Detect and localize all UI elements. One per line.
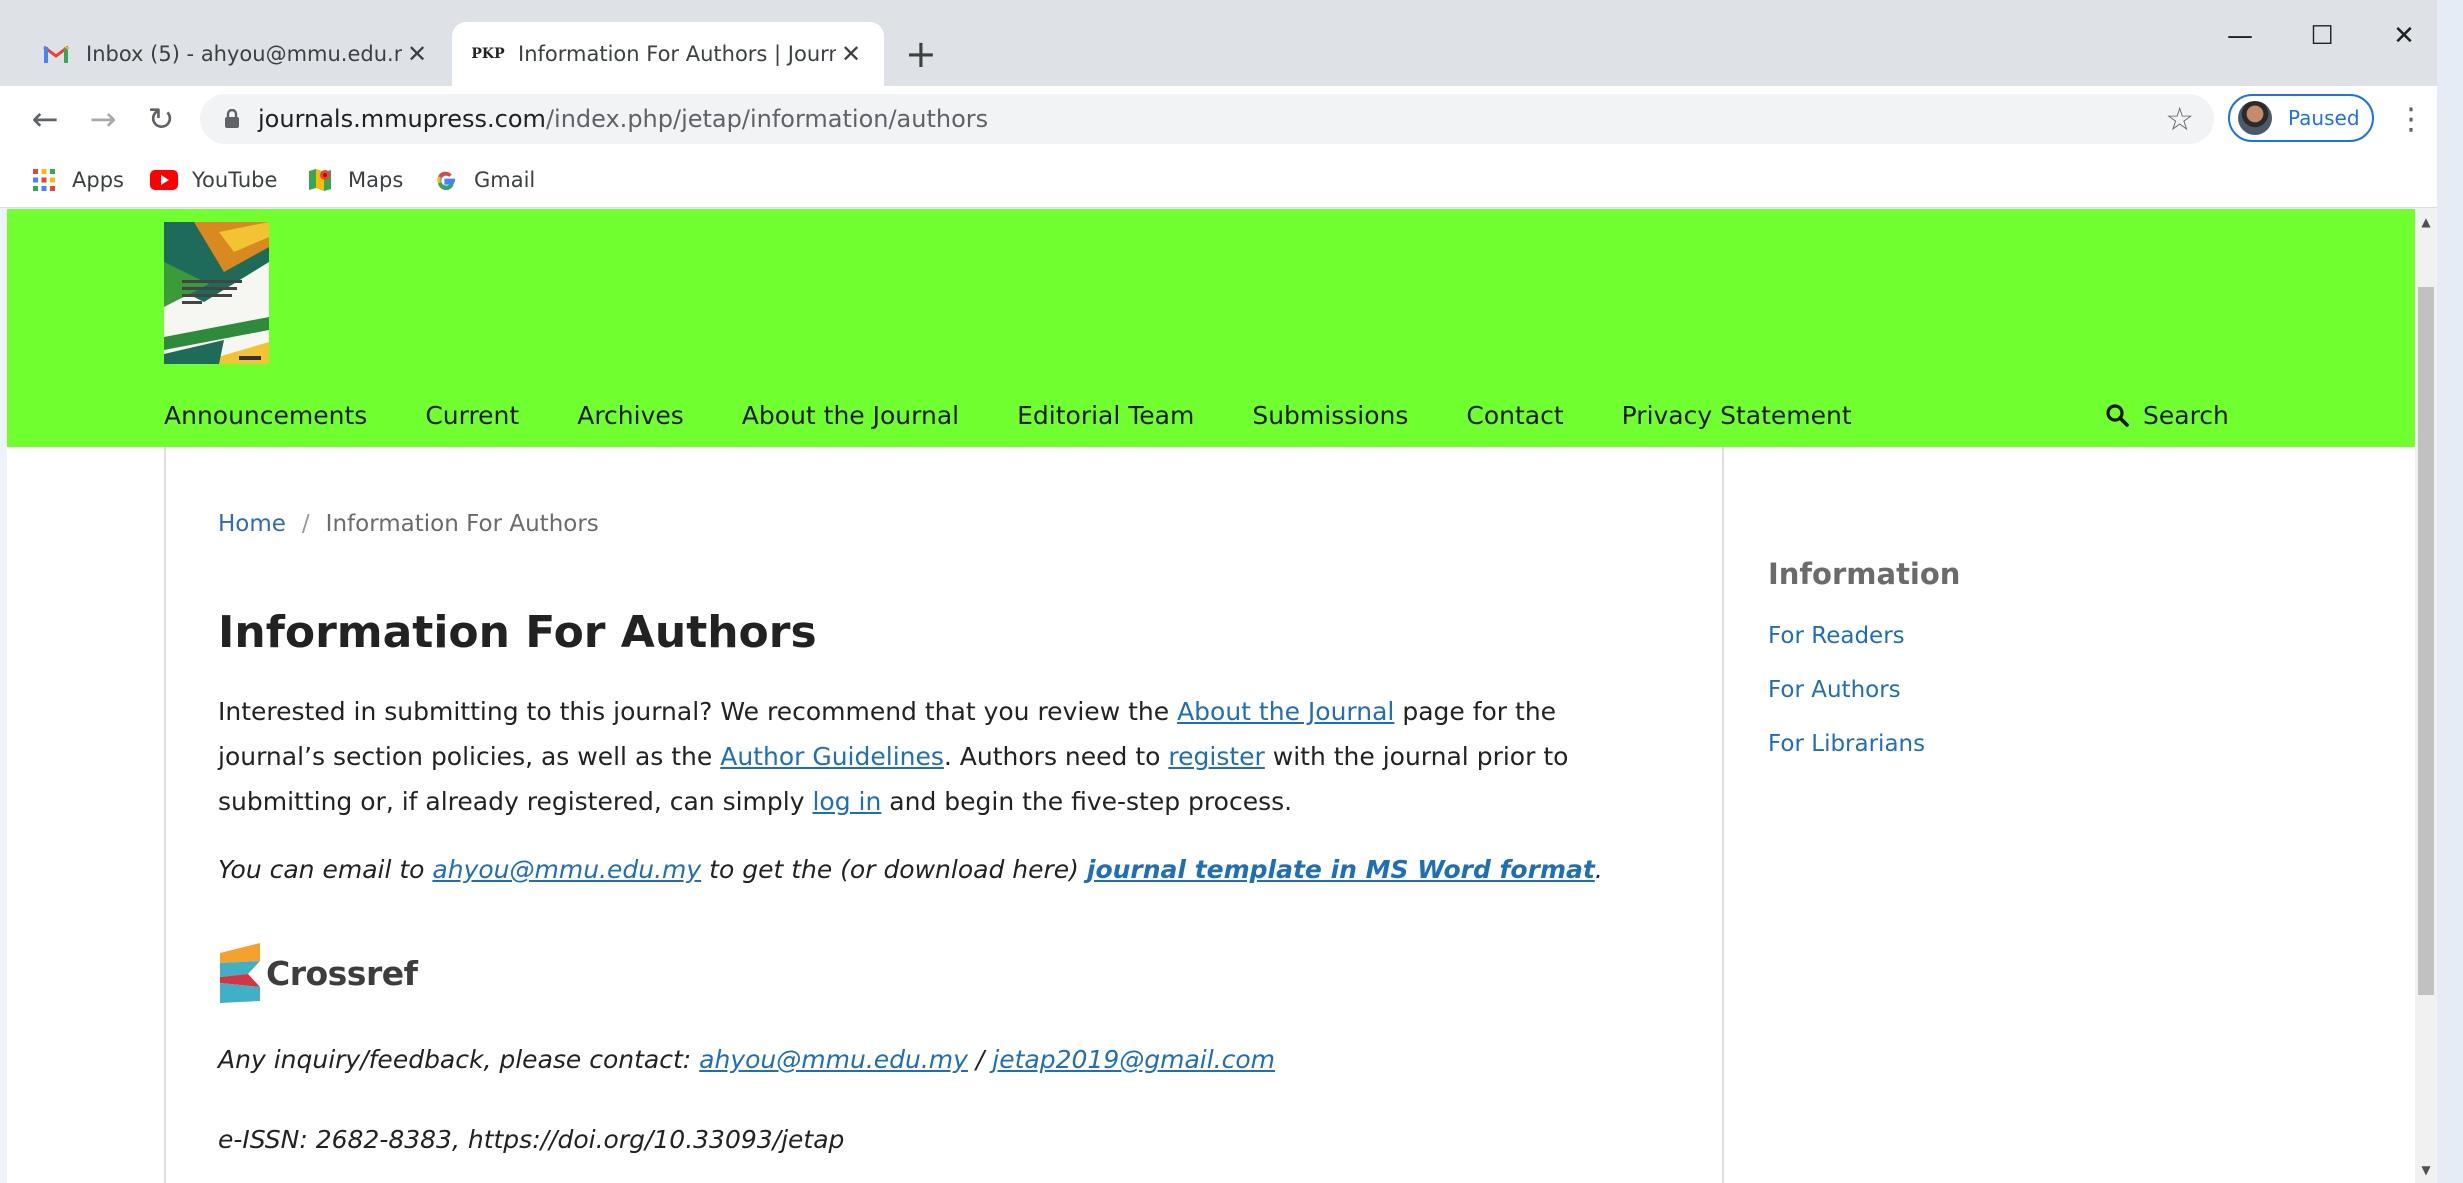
- maps-icon: [306, 166, 334, 194]
- close-window-button[interactable]: ✕: [2364, 14, 2444, 58]
- issn-line: e-ISSN: 2682-8383, https://doi.org/10.33…: [218, 1125, 845, 1154]
- page-viewport: Announcements Current Archives About the…: [7, 209, 2415, 1183]
- bookmark-star-icon[interactable]: ☆: [2165, 100, 2194, 138]
- reload-icon[interactable]: ↻: [138, 96, 184, 142]
- intro-text: . Authors need to: [943, 742, 1169, 771]
- more-menu-icon[interactable]: ⋮: [2396, 96, 2426, 142]
- bookmark-youtube[interactable]: YouTube: [150, 162, 277, 198]
- sidebar-link-for-readers[interactable]: For Readers: [1768, 623, 1905, 649]
- bookmark-gmail[interactable]: Gmail: [432, 162, 535, 198]
- email-line-text: .: [1594, 855, 1603, 884]
- breadcrumb: Home / Information For Authors: [218, 511, 599, 537]
- email-line-text: to get the (or download here): [701, 855, 1087, 884]
- nav-editorial-team[interactable]: Editorial Team: [1017, 401, 1194, 430]
- sidebar-title: Information: [1768, 557, 1961, 591]
- close-icon[interactable]: ✕: [402, 40, 432, 68]
- nav-current[interactable]: Current: [425, 401, 519, 430]
- register-link[interactable]: register: [1168, 742, 1264, 771]
- intro-text: Interested in submitting to this journal…: [218, 697, 1178, 726]
- profile-status: Paused: [2288, 106, 2360, 130]
- sidebar-link-for-librarians[interactable]: For Librarians: [1768, 731, 1925, 757]
- profile-button[interactable]: Paused: [2228, 94, 2374, 142]
- nav-privacy-statement[interactable]: Privacy Statement: [1622, 401, 1852, 430]
- email-line-text: You can email to: [218, 855, 433, 884]
- nav-contact[interactable]: Contact: [1466, 401, 1563, 430]
- bookmark-label: Gmail: [474, 168, 536, 192]
- primary-nav: Announcements Current Archives About the…: [164, 393, 1910, 437]
- crossref-logo[interactable]: Crossref: [218, 943, 418, 1003]
- site-header: Announcements Current Archives About the…: [7, 209, 2415, 447]
- search-label: Search: [2143, 400, 2229, 430]
- pkp-icon: PKP: [471, 46, 505, 62]
- nav-submissions[interactable]: Submissions: [1252, 401, 1408, 430]
- inquiry-email-link-1[interactable]: ahyou@mmu.edu.my: [699, 1045, 968, 1074]
- nav-archives[interactable]: Archives: [577, 401, 684, 430]
- bookmarks-bar: Apps YouTube Maps Gmail: [0, 152, 2463, 208]
- nav-about-the-journal[interactable]: About the Journal: [742, 401, 959, 430]
- apps-grid-icon: [30, 166, 58, 194]
- email-template-line: You can email to ahyou@mmu.edu.my to get…: [218, 855, 1603, 884]
- background-window-edge: [2437, 0, 2463, 1183]
- breadcrumb-current: Information For Authors: [325, 511, 599, 537]
- bookmark-apps[interactable]: Apps: [30, 162, 124, 198]
- avatar: [2238, 101, 2272, 135]
- breadcrumb-home-link[interactable]: Home: [218, 511, 286, 537]
- inquiry-email-link-2[interactable]: jetap2019@gmail.com: [992, 1045, 1275, 1074]
- bookmark-label: Maps: [348, 168, 404, 192]
- bookmark-label: YouTube: [192, 168, 278, 192]
- lock-icon: [224, 109, 240, 129]
- youtube-icon: [150, 166, 178, 194]
- tab-title: Information For Authors | Journal: [518, 42, 836, 66]
- about-the-journal-link[interactable]: About the Journal: [1177, 697, 1394, 726]
- new-tab-button[interactable]: +: [905, 34, 937, 74]
- nav-announcements[interactable]: Announcements: [164, 401, 367, 430]
- intro-text: and begin the five-step process.: [881, 787, 1293, 816]
- tab-strip: Inbox (5) - ahyou@mmu.edu.my ✕ PKP Infor…: [0, 0, 2463, 86]
- page-title: Information For Authors: [218, 607, 817, 658]
- crossref-icon: [220, 943, 260, 1003]
- search-button[interactable]: Search: [2105, 393, 2229, 437]
- journal-template-link[interactable]: journal template in MS Word format: [1087, 855, 1595, 884]
- journal-cover-logo[interactable]: [164, 222, 269, 364]
- minimize-button[interactable]: —: [2200, 14, 2280, 58]
- page-scrollbar[interactable]: ▲ ▼: [2415, 209, 2437, 1183]
- browser-toolbar: ← → ↻ journals.mmupress.com/index.php/je…: [0, 86, 2463, 152]
- search-icon: [2105, 403, 2129, 427]
- tab-inbox[interactable]: Inbox (5) - ahyou@mmu.edu.my ✕: [20, 22, 450, 86]
- inquiry-text: Any inquiry/feedback, please contact:: [218, 1045, 700, 1074]
- crossref-label: Crossref: [266, 953, 418, 993]
- author-guidelines-link[interactable]: Author Guidelines: [720, 742, 944, 771]
- sidebar-link-for-authors[interactable]: For Authors: [1768, 677, 1901, 703]
- tab-information-for-authors[interactable]: PKP Information For Authors | Journal ✕: [452, 22, 884, 86]
- google-icon: [432, 166, 460, 194]
- forward-arrow-icon[interactable]: →: [80, 96, 126, 142]
- scroll-up-arrow-icon[interactable]: ▲: [2415, 211, 2437, 233]
- back-arrow-icon[interactable]: ←: [22, 96, 68, 142]
- gmail-icon: [42, 40, 70, 68]
- scroll-down-arrow-icon[interactable]: ▼: [2415, 1159, 2437, 1181]
- inquiry-line: Any inquiry/feedback, please contact: ah…: [218, 1045, 1275, 1074]
- scrollbar-thumb[interactable]: [2418, 287, 2434, 995]
- address-bar[interactable]: journals.mmupress.com/index.php/jetap/in…: [200, 94, 2214, 144]
- tab-title: Inbox (5) - ahyou@mmu.edu.my: [86, 42, 402, 66]
- main-content: Home / Information For Authors Information…: [164, 447, 1724, 1183]
- bookmark-maps[interactable]: Maps: [306, 162, 403, 198]
- inquiry-separator: /: [967, 1045, 993, 1074]
- email-link[interactable]: ahyou@mmu.edu.my: [432, 855, 701, 884]
- maximize-button[interactable]: ☐: [2282, 14, 2362, 58]
- close-icon[interactable]: ✕: [836, 40, 866, 68]
- log-in-link[interactable]: log in: [812, 787, 881, 816]
- breadcrumb-separator: /: [301, 511, 310, 537]
- url-text: journals.mmupress.com/index.php/jetap/in…: [258, 105, 989, 133]
- bookmark-label: Apps: [72, 168, 124, 192]
- intro-paragraph: Interested in submitting to this journal…: [218, 689, 1638, 824]
